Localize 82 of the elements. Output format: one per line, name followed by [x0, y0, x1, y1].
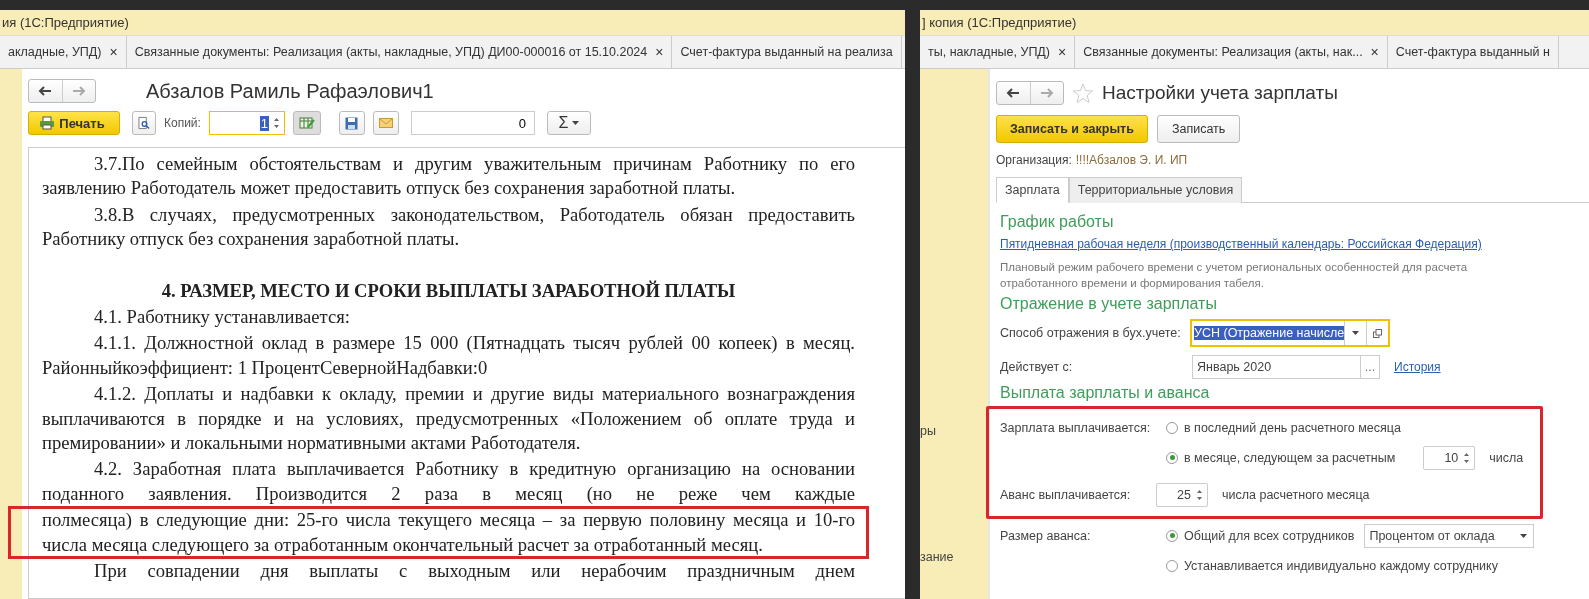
choose-button[interactable]: ...: [1360, 355, 1379, 378]
month-field[interactable]: Январь 2020 ...: [1192, 354, 1380, 379]
email-button[interactable]: [372, 111, 399, 135]
history-link[interactable]: История: [1394, 359, 1441, 374]
radio-button[interactable]: [1166, 529, 1178, 542]
envelope-icon: [378, 118, 393, 128]
document-paragraph: 4.1.2. Доплаты и надбавки к окладу, премии и другие виды материального вознаграждения выплачиваются в порядке и на условиях, предусмотренных «Положением об оплате труда и премировании» и локальными нормативными актами Работодателя.: [42, 382, 855, 456]
suffix-label: числа: [1489, 450, 1524, 465]
field-label: Размер аванса:: [1000, 528, 1092, 543]
window-tab[interactable]: акладные, УПД) ×: [0, 36, 127, 68]
field-label: Аванс выплачивается:: [1000, 487, 1132, 502]
radio-button[interactable]: [1166, 451, 1178, 464]
sum-button[interactable]: Σ: [546, 111, 591, 135]
window-tab[interactable]: Счет-фактура выданный н: [1387, 36, 1559, 68]
section-heading: Выплата зарплаты и аванса: [1000, 384, 1211, 402]
spinner-arrows-icon[interactable]: [272, 116, 280, 130]
navigation-buttons[interactable]: [28, 79, 96, 103]
document-paragraph: При совпадении дня выплаты с выходным или нерабочим праздничным днем: [93, 559, 855, 584]
star-icon[interactable]: [1072, 82, 1094, 104]
sidebar-item[interactable]: зание: [920, 550, 988, 564]
section-heading: График работы: [1000, 213, 1115, 231]
print-button[interactable]: Печать: [28, 111, 120, 135]
preview-button[interactable]: [132, 111, 156, 135]
caret-icon: [1520, 533, 1528, 538]
section-heading: Отражение в учете зарплаты: [1000, 295, 1218, 313]
save-button[interactable]: [338, 111, 365, 135]
form-tab[interactable]: Территориальные условия: [1068, 177, 1243, 203]
open-window-icon[interactable]: [1373, 328, 1383, 338]
amount-field[interactable]: 0: [410, 111, 535, 135]
radio-button[interactable]: [1166, 421, 1178, 434]
spinner-arrows-icon[interactable]: [1196, 487, 1203, 502]
copies-label: Копий:: [164, 116, 201, 130]
sidebar-item[interactable]: ры: [920, 424, 988, 438]
document-title: Абзалов Рамиль Рафаэлович1: [146, 79, 434, 103]
close-icon[interactable]: ×: [109, 44, 118, 60]
back-arrow-icon[interactable]: [38, 86, 53, 96]
table-edit-button[interactable]: [292, 111, 321, 135]
close-icon[interactable]: ×: [655, 44, 664, 60]
window-tab[interactable]: ты, накладные, УПД) ×: [920, 36, 1076, 68]
window-title: ] копия (1С:Предприятие): [920, 10, 1589, 35]
section-heading: 4. РАЗМЕР, МЕСТО И СРОКИ ВЫПЛАТЫ ЗАРАБОТНОЙ ПЛАТЫ: [160, 278, 737, 303]
option-label[interactable]: в последний день расчетного месяца: [1184, 420, 1401, 435]
save-button[interactable]: Записать: [1156, 115, 1241, 143]
caret-icon: [572, 121, 580, 125]
field-label: Зарплата выплачивается:: [1000, 420, 1152, 435]
form-title: Настройки учета зарплаты: [1102, 82, 1338, 104]
dropdown-field[interactable]: УСН (Отражение начисле: [1190, 319, 1390, 347]
spinner-arrows-icon[interactable]: [1463, 450, 1471, 465]
dropdown-field[interactable]: Процентом от оклада: [1364, 523, 1535, 548]
organization-label: Организация:: [996, 153, 1072, 167]
day-spinner-field[interactable]: 10: [1423, 445, 1476, 470]
window-tab[interactable]: Связанные документы: Реализация (акты, нак... ×: [1075, 36, 1388, 68]
window-tab[interactable]: Счет-фактура выданный на реализа: [672, 36, 902, 68]
document-paragraph: 4.1.1. Должностной оклад в размере 15 000 (Пятнадцать тысяч рублей 00 копеек) в месяц. Районныйкоэффициент: 1 ПроцентСевернойНадбавки:0: [42, 331, 855, 380]
document-paragraph: 4.1. Работнику устанавливается:: [93, 305, 351, 330]
document-paragraph: 3.8.В случаях, предусмотренных законодательством, Работодатель обязан предоставить Работнику отпуск без сохранения заработной платы.: [42, 202, 855, 252]
window-tab[interactable]: Связанные документы: Реализация (акты, накладные, УПД) ДИ00-000016 от 15.10.2024 ×: [126, 36, 673, 68]
copies-field[interactable]: 1: [208, 111, 285, 135]
back-arrow-icon[interactable]: [1006, 88, 1021, 98]
field-label: Способ отражения в бух.учете:: [1000, 326, 1182, 340]
document-paragraph: 3.7.По семейным обстоятельствам и другим уважительным причинам Работнику по его заявлению Работодатель может предоставить отпуск без сохранения заработной платы.: [42, 152, 855, 201]
table-pencil-icon: [298, 116, 315, 130]
printer-icon: [39, 116, 56, 130]
magnifier-document-icon: [138, 116, 150, 130]
option-label[interactable]: Устанавливается индивидуально каждому сотруднику: [1184, 558, 1498, 573]
suffix-label: числа расчетного месяца: [1222, 487, 1370, 502]
organization-value: !!!!Абзалов Э. И. ИП: [1075, 153, 1188, 167]
option-label[interactable]: в месяце, следующем за расчетным: [1184, 450, 1396, 465]
caret-icon: [1352, 331, 1360, 335]
document-paragraph: полмесяца) в следующие дни: 25-го числа текущего месяца – за первую половину месяца и 10-го числа месяца следующего за отработанным окончательный расчет за отработанный месяц.: [10, 508, 867, 558]
navigation-buttons[interactable]: [996, 81, 1064, 105]
close-icon[interactable]: ×: [1058, 44, 1067, 60]
day-spinner-field[interactable]: 25: [1156, 482, 1208, 507]
close-icon[interactable]: ×: [1370, 44, 1379, 60]
option-label[interactable]: Общий для всех сотрудников: [1184, 528, 1355, 543]
hint-text: Плановый режим рабочего времени с учетом региональных особенностей для расчета отработанного времени и формирования табеля.: [1000, 260, 1469, 291]
radio-button[interactable]: [1166, 559, 1178, 572]
window-title: ия (1С:Предприятие): [0, 10, 905, 35]
save-and-close-button[interactable]: Записать и закрыть: [996, 115, 1148, 143]
field-label: Действует с:: [1000, 359, 1074, 374]
schedule-link[interactable]: Пятидневная рабочая неделя (производственный календарь: Российская Федерация): [1000, 237, 1589, 251]
form-tab[interactable]: Зарплата: [996, 177, 1069, 203]
